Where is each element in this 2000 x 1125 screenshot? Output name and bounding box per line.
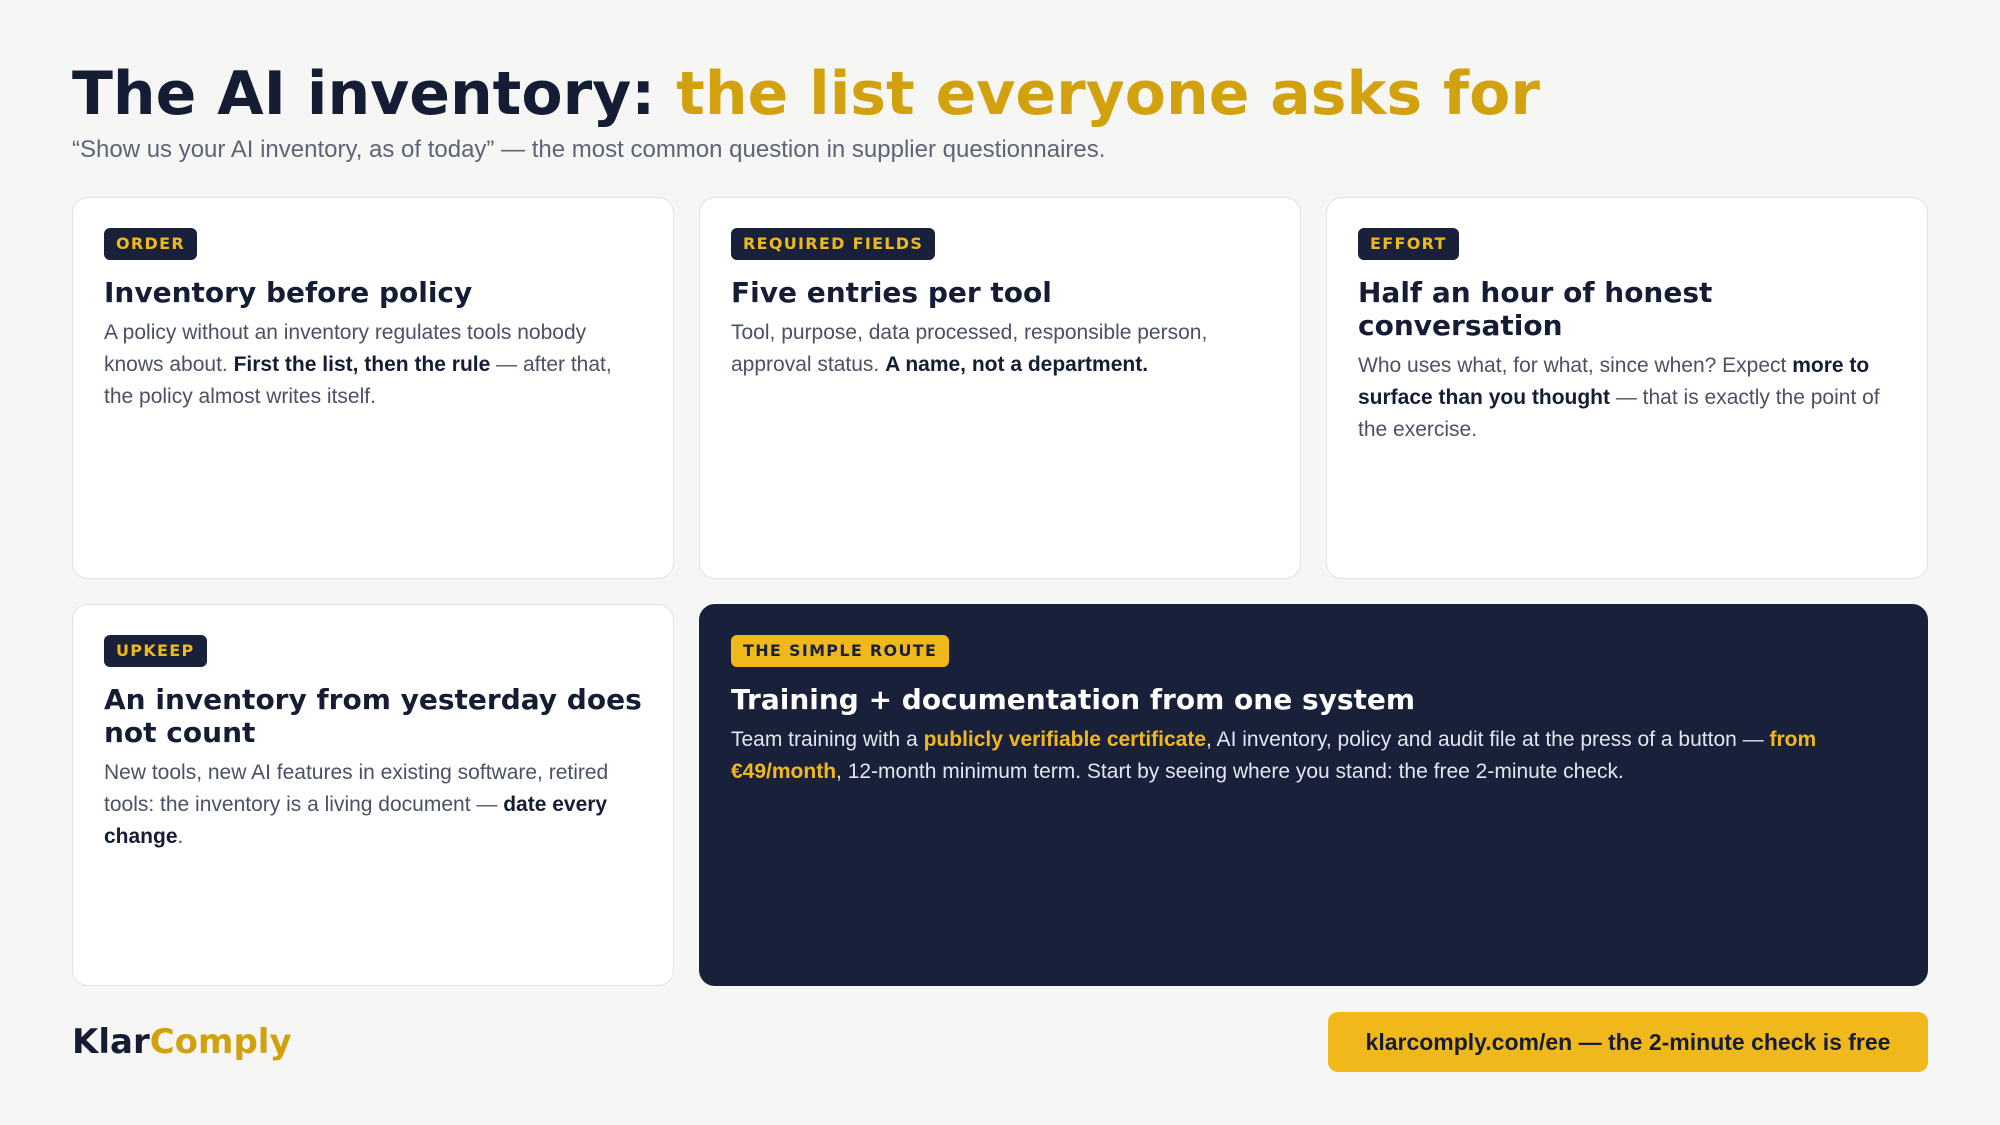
card-badge: EFFORT [1358,228,1459,260]
card-body: A policy without an inventory regulates … [104,317,643,413]
card-title: Half an hour of honest conversation [1358,276,1713,342]
page-title: The AI inventory: the list everyone asks… [72,58,1540,130]
card-badge: REQUIRED FIELDS [731,228,936,260]
body-text: . [177,825,184,848]
emphasis-text: First the list, then the rule [233,353,491,376]
logo-part-comply: Comply [149,1022,292,1062]
card-badge: ORDER [104,228,197,260]
card-body: Tool, purpose, data processed, responsib… [731,317,1270,381]
card-body: Who uses what, for what, since when? Exp… [1358,350,1897,446]
card-body: New tools, new AI features in existing s… [104,757,643,853]
title-main: The AI inventory: [72,59,677,129]
emphasis-text: publicly verifiable certificate [923,728,1207,751]
card-title: Training + documentation from one system [731,683,1416,716]
card-title: Inventory before policy [104,276,473,309]
cta-button[interactable]: klarcomply.com/en — the 2-minute check i… [1328,1012,1928,1072]
title-accent: the list everyone asks for [676,59,1540,129]
logo-part-klar: Klar [72,1022,150,1062]
card-badge: THE SIMPLE ROUTE [731,635,950,667]
body-text: Who uses what, for what, since when? Exp… [1358,354,1793,377]
cta-label: klarcomply.com/en — the 2-minute check i… [1365,1028,1891,1055]
card-title: Five entries per tool [731,276,1052,309]
body-text: , AI inventory, policy and audit file at… [1206,728,1770,751]
klarcomply-logo[interactable]: KlarComply [72,1022,292,1062]
card-title: An inventory from yesterday does not cou… [104,683,642,749]
page-subtitle: “Show us your AI inventory, as of today”… [72,136,1106,163]
card-simple-route: THE SIMPLE ROUTE Training + documentatio… [699,604,1928,986]
card-upkeep: UPKEEP An inventory from yesterday does … [72,604,674,986]
card-body: Team training with a publicly verifiable… [731,724,1897,788]
emphasis-text: A name, not a department. [885,353,1149,376]
card-badge: UPKEEP [104,635,207,667]
card-effort: EFFORT Half an hour of honest conversati… [1326,197,1928,579]
body-text: , 12-month minimum term. Start by seeing… [836,760,1624,783]
body-text: Team training with a [731,728,924,751]
card-required-fields: REQUIRED FIELDS Five entries per tool To… [699,197,1301,579]
card-order: ORDER Inventory before policy A policy w… [72,197,674,579]
